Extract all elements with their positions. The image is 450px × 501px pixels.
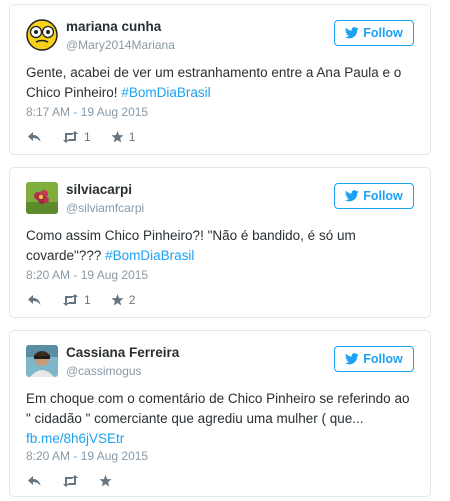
- user-handle[interactable]: @silviamfcarpi: [66, 201, 144, 215]
- tweet-actions: 1 1: [27, 129, 155, 145]
- tweet-text: Como assim Chico Pinheiro?! "Não é bandi…: [26, 226, 414, 266]
- tweet-card: mariana cunha @Mary2014Mariana Follow Ge…: [9, 4, 431, 155]
- avatar[interactable]: [26, 345, 58, 377]
- star-icon: [111, 294, 124, 306]
- avatar[interactable]: [26, 182, 58, 214]
- follow-button[interactable]: Follow: [334, 20, 414, 46]
- avatar[interactable]: [26, 19, 58, 51]
- timestamp[interactable]: 8:20 AM - 19 Aug 2015: [26, 449, 148, 463]
- emoji-face-icon: [26, 19, 58, 51]
- favorite-button[interactable]: [99, 475, 112, 487]
- timestamp[interactable]: 8:17 AM - 19 Aug 2015: [26, 105, 148, 119]
- tweet-card: Cassiana Ferreira @cassimogus Follow Em …: [9, 330, 431, 497]
- twitter-bird-icon: [345, 27, 359, 39]
- follow-button[interactable]: Follow: [334, 183, 414, 209]
- retweet-count: 1: [84, 293, 91, 307]
- tweet-body: Em choque com o comentário de Chico Pinh…: [26, 391, 410, 426]
- tweet-body: Gente, acabei de ver um estranhamento en…: [26, 65, 402, 100]
- star-icon: [111, 131, 124, 143]
- twitter-bird-icon: [345, 353, 359, 365]
- retweet-icon: [63, 475, 78, 487]
- user-name[interactable]: mariana cunha: [66, 19, 161, 34]
- retweet-icon: [63, 294, 78, 306]
- reply-icon: [28, 132, 41, 142]
- retweet-button[interactable]: 1: [62, 293, 91, 307]
- tweet-card: silviacarpi @silviamfcarpi Follow Como a…: [9, 167, 431, 318]
- star-icon: [99, 475, 112, 487]
- user-handle[interactable]: @Mary2014Mariana: [66, 38, 175, 52]
- reply-button[interactable]: [27, 475, 42, 487]
- favorite-count: 1: [128, 130, 136, 144]
- follow-label: Follow: [363, 26, 403, 40]
- tweet-text: Gente, acabei de ver um estranhamento en…: [26, 63, 414, 103]
- retweet-count: 1: [84, 130, 91, 144]
- reply-icon: [28, 295, 41, 305]
- retweet-button[interactable]: [62, 475, 79, 487]
- favorite-button[interactable]: 1: [111, 130, 136, 144]
- user-handle[interactable]: @cassimogus: [66, 364, 142, 378]
- retweet-icon: [63, 131, 78, 143]
- flower-avatar-icon: [26, 182, 58, 214]
- retweet-button[interactable]: 1: [62, 130, 91, 144]
- favorite-button[interactable]: 2: [111, 293, 136, 307]
- external-link[interactable]: fb.me/8h6jVSEtr: [26, 431, 124, 446]
- person-avatar-icon: [26, 345, 58, 377]
- hashtag-link[interactable]: #BomDiaBrasil: [121, 85, 210, 100]
- follow-button[interactable]: Follow: [334, 346, 414, 372]
- tweet-actions: [27, 473, 132, 489]
- reply-icon: [28, 476, 41, 486]
- hashtag-link[interactable]: #BomDiaBrasil: [105, 248, 194, 263]
- timestamp[interactable]: 8:20 AM - 19 Aug 2015: [26, 268, 148, 282]
- reply-button[interactable]: [27, 131, 42, 143]
- twitter-bird-icon: [345, 190, 359, 202]
- follow-label: Follow: [363, 189, 403, 203]
- tweet-text: Em choque com o comentário de Chico Pinh…: [26, 389, 414, 449]
- reply-button[interactable]: [27, 294, 42, 306]
- user-name[interactable]: silviacarpi: [66, 182, 132, 197]
- favorite-count: 2: [128, 293, 136, 307]
- user-name[interactable]: Cassiana Ferreira: [66, 345, 179, 360]
- follow-label: Follow: [363, 352, 403, 366]
- tweet-actions: 1 2: [27, 292, 155, 308]
